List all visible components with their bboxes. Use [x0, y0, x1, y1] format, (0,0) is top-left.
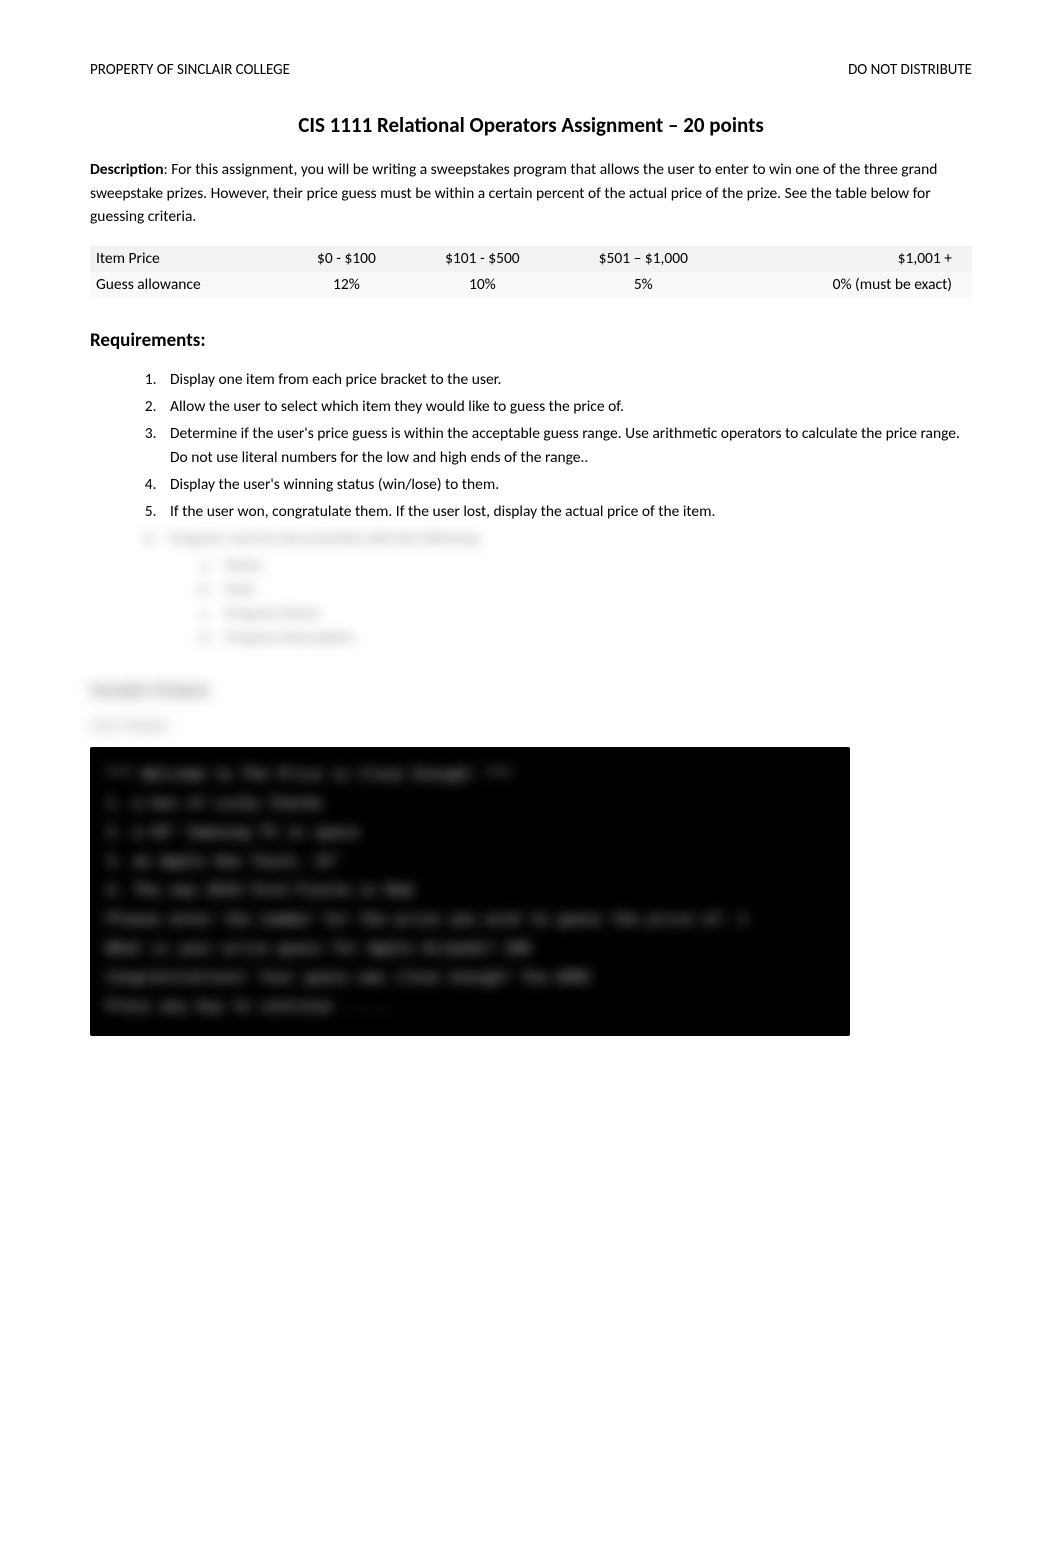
console-line: 4. The new 2019 Ford Fiesta in Red [106, 877, 834, 904]
sample-output-section: Sample Output User Output *** Welcome to… [90, 678, 972, 1035]
header-right: DO NOT DISTRIBUTE [848, 60, 972, 81]
table-row: Item Price $0 - $100 $101 - $500 $501 – … [90, 246, 972, 272]
list-item: Display the user's winning status (win/l… [160, 473, 972, 497]
sub-list-item: Name [215, 554, 972, 578]
sub-list-item: Program Name [215, 602, 972, 626]
criteria-table: Item Price $0 - $100 $101 - $500 $501 – … [90, 246, 972, 297]
table-cell: 5% [557, 272, 730, 298]
console-blurred-content: *** Welcome to The Price is Close Enough… [106, 761, 834, 1020]
console-line: 3. an Apple One Touch, 15" [106, 848, 834, 875]
description-text: : For this assignment, you will be writi… [90, 160, 937, 226]
console-line: Press any key to continue . . . [106, 993, 834, 1020]
table-cell: 12% [285, 272, 408, 298]
console-line: Congratulations! Your guess was close en… [106, 964, 834, 991]
table-cell: Guess allowance [90, 272, 285, 298]
page-title: CIS 1111 Relational Operators Assignment… [90, 111, 972, 140]
console-line: 1. a box of Lucky Charms [106, 790, 834, 817]
blurred-text: Program must be documented with the foll… [170, 529, 479, 548]
list-item: Determine if the user's price guess is w… [160, 422, 972, 470]
table-cell: Item Price [90, 246, 285, 272]
sample-subheading: User Output [90, 715, 972, 737]
table-cell: $0 - $100 [285, 246, 408, 272]
sample-heading: Sample Output [90, 678, 972, 705]
sub-list: Name Date Program Name Program Descripti… [215, 554, 972, 650]
table-row: Guess allowance 12% 10% 5% 0% (must be e… [90, 272, 972, 298]
table-cell: $501 – $1,000 [557, 246, 730, 272]
console-line: Please enter the number for the prize yo… [106, 906, 834, 933]
table-cell: 10% [408, 272, 557, 298]
list-item-blurred: Program must be documented with the foll… [160, 527, 972, 650]
list-item: If the user won, congratulate them. If t… [160, 500, 972, 524]
requirements-heading: Requirements: [90, 328, 972, 355]
list-item: Allow the user to select which item they… [160, 395, 972, 419]
table-cell: 0% (must be exact) [730, 272, 972, 298]
description-paragraph: Description: For this assignment, you wi… [90, 158, 972, 228]
console-line: What is your price guess for Apple Airpo… [106, 935, 834, 962]
sub-list-item: Program Description [215, 626, 972, 650]
console-line: *** Welcome to The Price is Close Enough… [106, 761, 834, 788]
page-header: PROPERTY OF SINCLAIR COLLEGE DO NOT DIST… [90, 60, 972, 81]
sub-list-item: Date [215, 578, 972, 602]
console-line: 2. a 65" Samsung TV in space [106, 819, 834, 846]
description-label: Description [90, 160, 164, 179]
list-item: Display one item from each price bracket… [160, 368, 972, 392]
console-output: *** Welcome to The Price is Close Enough… [90, 747, 850, 1036]
table-cell: $1,001 + [730, 246, 972, 272]
table-cell: $101 - $500 [408, 246, 557, 272]
header-left: PROPERTY OF SINCLAIR COLLEGE [90, 60, 290, 81]
requirements-list: Display one item from each price bracket… [160, 368, 972, 650]
